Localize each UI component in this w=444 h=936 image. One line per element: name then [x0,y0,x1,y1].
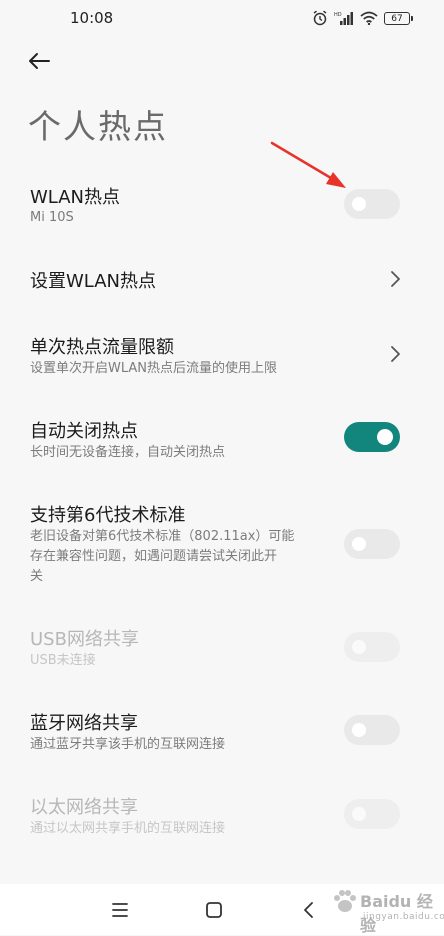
wifi-icon [360,11,378,25]
status-time: 10:08 [70,9,114,27]
wifi6-subtitle-line2: 存在兼容性问题，如遇问题请尝试关闭此开 [30,549,278,564]
signal-icon: HD [334,12,353,25]
chevron-right-icon [391,346,400,362]
battery-indicator: 67 [384,11,413,25]
paw-logo-icon [334,890,356,912]
nav-back-button[interactable] [297,898,321,922]
setting-setup-wlan[interactable]: 设置WLAN热点 [0,262,444,298]
data-limit-title: 单次热点流量限额 [30,337,174,358]
toggle-knob [352,537,366,551]
eth-share-toggle [344,799,400,829]
wifi6-title: 支持第6代技术标准 [30,505,186,526]
usb-share-toggle [344,632,400,662]
auto-off-toggle[interactable] [344,422,400,452]
toggle-knob [352,640,366,654]
setting-bt-share[interactable]: 蓝牙网络共享 通过蓝牙共享该手机的互联网连接 [0,704,444,756]
page-title: 个人热点 [28,107,168,146]
chevron-left-icon [304,902,313,918]
usb-share-title: USB网络共享 [30,629,139,650]
arrow-left-icon [29,53,50,69]
toggle-knob [377,429,393,445]
menu-icon [112,903,128,917]
data-limit-subtitle: 设置单次开启WLAN热点后流量的使用上限 [30,361,278,376]
wlan-hotspot-toggle[interactable] [344,189,400,219]
setting-eth-share: 以太网络共享 通过以太网共享手机的互联网连接 [0,788,444,840]
setting-usb-share: USB网络共享 USB未连接 [0,620,444,672]
setup-wlan-title: 设置WLAN热点 [30,271,157,292]
setting-wlan-hotspot[interactable]: WLAN热点 Mi 10S [0,178,444,230]
setting-wifi6[interactable]: 支持第6代技术标准 老旧设备对第6代技术标准（802.11ax）可能 存在兼容性… [0,496,444,588]
alarm-icon [313,10,327,26]
wifi6-subtitle-line3: 关 [30,569,44,584]
wlan-hotspot-subtitle: Mi 10S [30,210,74,225]
auto-off-title: 自动关闭热点 [30,421,138,442]
usb-share-subtitle: USB未连接 [30,653,96,668]
wlan-hotspot-title: WLAN热点 [30,187,121,208]
toggle-knob [352,197,366,211]
home-square-icon [206,902,222,918]
eth-share-title: 以太网络共享 [30,797,138,818]
auto-off-subtitle: 长时间无设备连接，自动关闭热点 [30,445,226,460]
back-button[interactable] [22,46,56,76]
bt-share-toggle[interactable] [344,715,400,745]
status-bar: 10:08 HD 67 [0,0,444,38]
chevron-right-icon [391,271,400,287]
watermark-sub: jingyan.baidu.com [363,912,444,922]
bt-share-subtitle: 通过蓝牙共享该手机的互联网连接 [30,737,226,752]
status-icons: HD 67 [312,9,413,27]
wifi6-toggle[interactable] [344,529,400,559]
toggle-knob [352,807,366,821]
eth-share-subtitle: 通过以太网共享手机的互联网连接 [30,821,226,836]
toggle-knob [352,723,366,737]
bt-share-title: 蓝牙网络共享 [30,713,138,734]
menu-button[interactable] [108,898,132,922]
wifi6-subtitle-line1: 老旧设备对第6代技术标准（802.11ax）可能 [30,529,295,544]
setting-auto-off[interactable]: 自动关闭热点 长时间无设备连接，自动关闭热点 [0,412,444,464]
baidu-watermark: Baidu 经验 jingyan.baidu.com [330,876,444,935]
setting-data-limit[interactable]: 单次热点流量限额 设置单次开启WLAN热点后流量的使用上限 [0,328,444,380]
home-button[interactable] [202,898,226,922]
svg-text:HD: HD [334,12,342,18]
